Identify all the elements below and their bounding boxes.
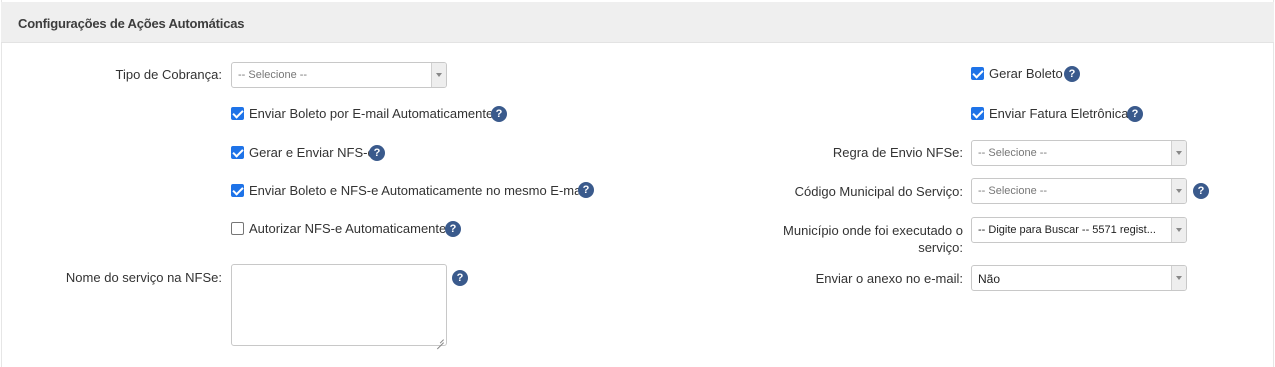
municipio-label-line2: serviço:: [918, 240, 963, 255]
boleto-nfse-mesmo-email-label: Enviar Boleto e NFS-e Automaticamente no…: [249, 183, 588, 198]
question-circle-icon[interactable]: ?: [491, 106, 507, 122]
municipio-label: Município onde foi executado o serviço:: [740, 222, 963, 256]
gerar-boleto-checkbox[interactable]: [971, 67, 984, 80]
anexo-email-select[interactable]: Não: [971, 265, 1187, 291]
caret-down-icon: [1171, 179, 1186, 203]
enviar-boleto-email-label: Enviar Boleto por E-mail Automaticamente: [249, 106, 494, 121]
question-circle-icon[interactable]: ?: [1064, 66, 1080, 82]
nome-servico-label: Nome do serviço na NFSe:: [65, 270, 222, 285]
caret-down-icon: [1171, 141, 1186, 165]
regra-envio-select[interactable]: -- Selecione --: [971, 140, 1187, 166]
gerar-enviar-nfse-checkbox[interactable]: [231, 146, 244, 159]
panel-title: Configurações de Ações Automáticas: [18, 16, 245, 31]
municipio-value: -- Digite para Buscar -- 5571 regist...: [978, 224, 1156, 236]
caret-down-icon: [1171, 266, 1186, 290]
anexo-email-value: Não: [978, 272, 1001, 286]
question-circle-icon[interactable]: ?: [1193, 183, 1209, 199]
enviar-boleto-email-checkbox[interactable]: [231, 107, 244, 120]
question-circle-icon[interactable]: ?: [578, 182, 594, 198]
panel-header: Configurações de Ações Automáticas: [1, 2, 1274, 43]
anexo-email-label: Enviar o anexo no e-mail:: [815, 271, 963, 286]
autorizar-nfse-checkbox[interactable]: [231, 222, 244, 235]
caret-down-icon: [431, 63, 446, 87]
codigo-municipal-value: -- Selecione --: [978, 185, 1048, 197]
gerar-boleto-label: Gerar Boleto: [989, 66, 1063, 81]
caret-down-icon: [1171, 218, 1186, 242]
municipio-label-line1: Município onde foi executado o: [783, 223, 963, 238]
question-circle-icon[interactable]: ?: [452, 270, 468, 286]
resize-handle-icon[interactable]: [437, 336, 444, 343]
regra-envio-label: Regra de Envio NFSe:: [832, 145, 963, 160]
boleto-nfse-mesmo-email-checkbox[interactable]: [231, 184, 244, 197]
tipo-cobranca-value: -- Selecione --: [238, 69, 308, 81]
enviar-fatura-eletronica-label: Enviar Fatura Eletrônica: [989, 106, 1129, 121]
tipo-cobranca-select[interactable]: -- Selecione --: [231, 62, 447, 88]
question-circle-icon[interactable]: ?: [1127, 106, 1143, 122]
question-circle-icon[interactable]: ?: [369, 145, 385, 161]
tipo-cobranca-label: Tipo de Cobrança:: [115, 67, 222, 82]
codigo-municipal-select[interactable]: -- Selecione --: [971, 178, 1187, 204]
municipio-search-select[interactable]: -- Digite para Buscar -- 5571 regist...: [971, 217, 1187, 243]
codigo-municipal-label: Código Municipal do Serviço:: [794, 184, 963, 199]
gerar-enviar-nfse-label: Gerar e Enviar NFS-e: [249, 145, 375, 160]
nome-servico-textarea[interactable]: [231, 264, 447, 346]
autorizar-nfse-label: Autorizar NFS-e Automaticamente: [249, 221, 447, 236]
enviar-fatura-eletronica-checkbox[interactable]: [971, 107, 984, 120]
question-circle-icon[interactable]: ?: [445, 221, 461, 237]
regra-envio-value: -- Selecione --: [978, 147, 1048, 159]
